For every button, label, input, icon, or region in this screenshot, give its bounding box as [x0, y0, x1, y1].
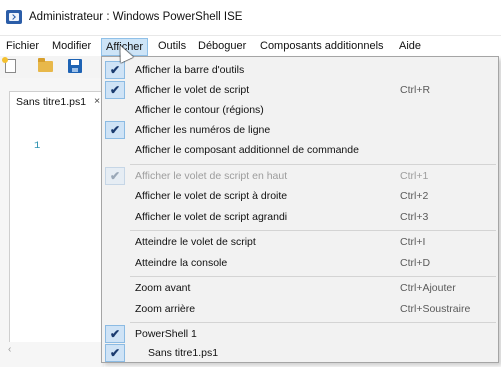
menu-separator [130, 164, 496, 165]
menuitem-shortcut: Ctrl+1 [400, 170, 429, 182]
menuitem-afficher-volet-script[interactable]: ✔ Afficher le volet de script Ctrl+R [102, 81, 498, 101]
menuitem-afficher-barre-outils[interactable]: ✔ Afficher la barre d'outils [102, 61, 498, 81]
menu-composants-additionnels[interactable]: Composants additionnels [260, 40, 384, 52]
menu-separator [130, 230, 496, 231]
tab-label: Sans titre1.ps1 [16, 96, 87, 108]
menuitem-zoom-avant[interactable]: Zoom avant Ctrl+Ajouter [102, 279, 498, 299]
menuitem-shortcut: Ctrl+Ajouter [400, 282, 456, 294]
script-editor[interactable] [9, 112, 103, 342]
menu-fichier[interactable]: Fichier [6, 40, 39, 52]
line-number: 1 [34, 140, 41, 152]
menuitem-label: Atteindre la console [135, 257, 228, 269]
checkmark-icon: ✔ [105, 167, 125, 185]
menuitem-label: Afficher le volet de script à droite [135, 190, 288, 202]
menu-deboguer[interactable]: Déboguer [198, 40, 246, 52]
menuitem-shortcut: Ctrl+2 [400, 190, 429, 202]
menuitem-label: Afficher le volet de script agrandi [135, 211, 288, 223]
new-file-icon[interactable] [2, 57, 16, 73]
menuitem-label: Zoom avant [135, 282, 191, 294]
menuitem-label: Afficher le contour (régions) [135, 104, 264, 116]
open-folder-icon[interactable] [38, 58, 53, 72]
menuitem-label: Afficher le composant additionnel de com… [135, 144, 359, 156]
menu-outils[interactable]: Outils [158, 40, 186, 52]
menuitem-label: Afficher la barre d'outils [135, 64, 245, 76]
checkmark-icon: ✔ [105, 121, 125, 139]
menuitem-label: Zoom arrière [135, 303, 196, 315]
menu-separator [130, 276, 496, 277]
menuitem-label: Afficher les numéros de ligne [135, 124, 271, 136]
tab-sans-titre1[interactable]: Sans titre1.ps1 × [9, 91, 102, 112]
menuitem-label: Sans titre1.ps1 [148, 347, 219, 359]
menu-aide[interactable]: Aide [399, 40, 421, 52]
checkmark-icon: ✔ [105, 81, 125, 99]
menuitem-shortcut: Ctrl+I [400, 236, 426, 248]
menu-bar: Fichier Modifier Afficher Outils Débogue… [0, 38, 501, 56]
menuitem-label: Atteindre le volet de script [135, 236, 256, 248]
title-bar: Administrateur : Windows PowerShell ISE [0, 0, 501, 36]
window-title: Administrateur : Windows PowerShell ISE [29, 11, 243, 23]
menuitem-afficher-composant-commande[interactable]: Afficher le composant additionnel de com… [102, 141, 498, 161]
afficher-dropdown-menu: ✔ Afficher la barre d'outils ✔ Afficher … [101, 56, 499, 363]
menuitem-atteindre-console[interactable]: Atteindre la console Ctrl+D [102, 254, 498, 274]
menuitem-label: Afficher le volet de script en haut [135, 170, 288, 182]
close-icon[interactable]: × [94, 95, 100, 107]
menuitem-volet-script-a-droite[interactable]: Afficher le volet de script à droite Ctr… [102, 187, 498, 207]
menuitem-afficher-contour[interactable]: Afficher le contour (régions) [102, 101, 498, 121]
menuitem-powershell-1[interactable]: ✔ PowerShell 1 [102, 325, 498, 345]
menuitem-shortcut: Ctrl+3 [400, 211, 429, 223]
menu-modifier[interactable]: Modifier [52, 40, 91, 52]
powershell-ise-icon [6, 10, 22, 24]
menuitem-shortcut: Ctrl+R [400, 84, 431, 96]
menuitem-zoom-arriere[interactable]: Zoom arrière Ctrl+Soustraire [102, 300, 498, 320]
menuitem-afficher-numeros-ligne[interactable]: ✔ Afficher les numéros de ligne [102, 121, 498, 141]
checkmark-icon: ✔ [105, 325, 125, 343]
menuitem-label: PowerShell 1 [135, 328, 197, 340]
menuitem-sans-titre1[interactable]: ✔ Sans titre1.ps1 [102, 344, 498, 364]
scroll-left-arrow-icon[interactable]: ‹ [8, 344, 11, 355]
menuitem-atteindre-volet-script[interactable]: Atteindre le volet de script Ctrl+I [102, 233, 498, 253]
menu-separator [130, 322, 496, 323]
toolbar [0, 56, 104, 78]
checkmark-icon: ✔ [105, 344, 125, 362]
menuitem-volet-script-en-haut: ✔ Afficher le volet de script en haut Ct… [102, 167, 498, 187]
menuitem-label: Afficher le volet de script [135, 84, 250, 96]
menuitem-shortcut: Ctrl+Soustraire [400, 303, 471, 315]
save-icon[interactable] [68, 59, 82, 73]
checkmark-icon: ✔ [105, 61, 125, 79]
menuitem-shortcut: Ctrl+D [400, 257, 431, 269]
menuitem-volet-script-agrandi[interactable]: Afficher le volet de script agrandi Ctrl… [102, 208, 498, 228]
